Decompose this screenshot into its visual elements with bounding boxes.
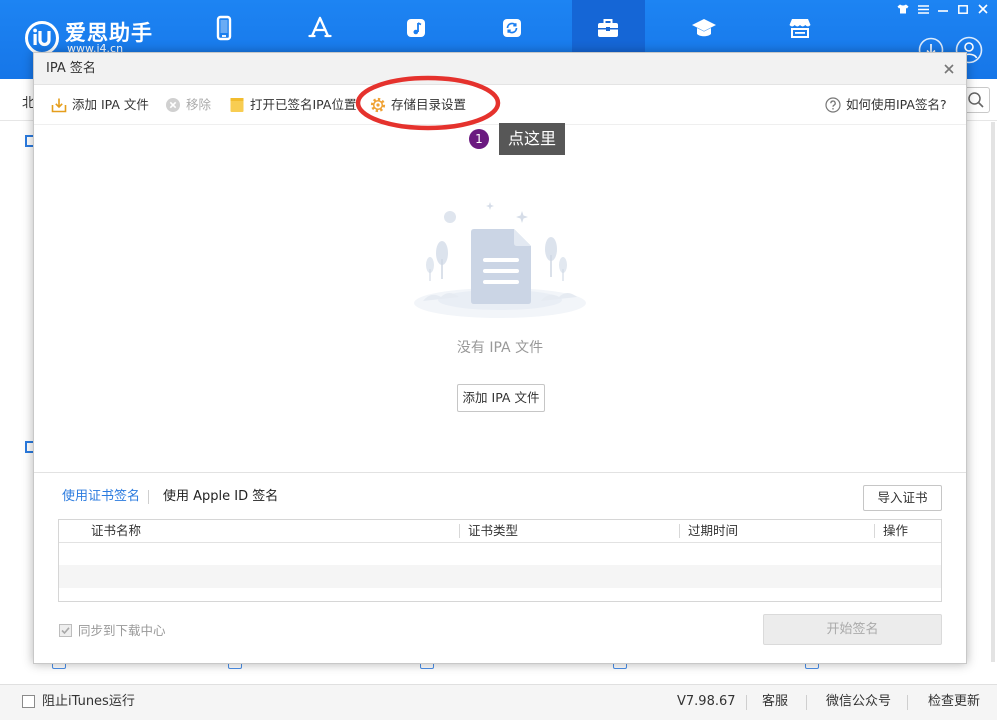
nav-item-flash[interactable] [488,8,536,48]
menu-icon [917,4,929,14]
sync-download-center-checkbox[interactable] [59,624,72,637]
nav-item-tutorials[interactable] [680,8,728,48]
column-separator[interactable] [874,524,875,538]
add-ipa-file-center-button[interactable]: 添加 IPA 文件 [457,384,545,412]
status-divider [746,695,747,710]
check-update-link[interactable]: 检查更新 [928,693,980,710]
nav-item-ringtones[interactable] [392,8,440,48]
status-divider [907,695,908,710]
store-icon [786,14,814,42]
step-number-badge: 1 [469,129,489,149]
empty-state-message: 没有 IPA 文件 [456,340,544,356]
status-divider [806,695,807,710]
sync-download-center-label[interactable]: 同步到下载中心 [78,622,166,639]
tab-apple-id-sign[interactable]: 使用 Apple ID 签名 [163,489,278,505]
block-itunes-label[interactable]: 阻止iTunes运行 [42,693,135,710]
customer-service-link[interactable]: 客服 [762,693,788,710]
close-window-button[interactable] [975,2,991,16]
add-ipa-file-button[interactable]: 添加 IPA 文件 [51,95,149,115]
add-file-icon [51,97,67,113]
column-separator[interactable] [459,524,460,538]
empty-document-illustration [413,201,587,319]
block-itunes-checkbox[interactable] [22,695,35,708]
column-header-cert-type[interactable]: 证书类型 [468,520,518,542]
import-certificate-button[interactable]: 导入证书 [863,485,942,511]
menu-button[interactable] [915,2,931,16]
app-store-icon [306,14,334,42]
maximize-icon [958,4,968,14]
remove-icon [165,97,181,113]
remove-label: 移除 [186,97,212,112]
nav-item-toolbox[interactable] [584,8,632,48]
start-sign-button[interactable]: 开始签名 [763,614,942,645]
wechat-account-link[interactable]: 微信公众号 [826,693,891,710]
music-icon [402,14,430,42]
sync-icon [498,14,526,42]
minimize-icon [938,5,948,13]
nav-item-apps[interactable] [296,8,344,48]
help-label: 如何使用IPA签名? [846,97,947,112]
maximize-button[interactable] [955,2,971,16]
table-empty-row [59,588,941,601]
add-ipa-file-label: 添加 IPA 文件 [72,97,149,112]
column-header-cert-name[interactable]: 证书名称 [91,520,141,542]
column-separator[interactable] [679,524,680,538]
click-here-hint: 点这里 [499,123,565,155]
search-icon[interactable] [967,91,985,109]
tab-separator [148,490,149,504]
open-signed-location-label: 打开已签名IPA位置 [250,97,357,112]
remove-button[interactable]: 移除 [165,95,211,115]
toolbox-icon [594,14,622,42]
folder-icon [229,97,245,113]
help-icon [825,97,841,113]
highlight-circle-annotation [355,75,501,131]
close-icon [943,63,955,75]
certificate-table: 证书名称 证书类型 过期时间 操作 [58,519,942,602]
skin-icon [897,4,909,14]
section-divider [34,472,966,473]
table-empty-row [59,565,941,588]
i4-logo-icon [24,20,60,56]
table-header-row: 证书名称 证书类型 过期时间 操作 [59,520,941,543]
phone-icon [210,14,238,42]
tab-certificate-sign[interactable]: 使用证书签名 [62,489,140,505]
open-signed-location-button[interactable]: 打开已签名IPA位置 [229,95,356,115]
nav-item-store[interactable] [776,8,824,48]
close-icon [978,4,988,14]
checkmark-icon [61,627,70,635]
dialog-close-button[interactable] [943,63,955,75]
status-bar: 阻止iTunes运行 V7.98.67 客服 微信公众号 检查更新 [0,684,997,720]
background-scrollbar[interactable] [991,122,995,662]
nav-item-device[interactable] [200,8,248,48]
version-label: V7.98.67 [677,694,736,709]
help-link[interactable]: 如何使用IPA签名? [825,95,947,115]
column-header-actions[interactable]: 操作 [883,520,908,542]
dialog-title: IPA 签名 [46,61,96,76]
table-empty-row [59,543,941,565]
graduation-cap-icon [690,14,718,42]
column-header-expiry[interactable]: 过期时间 [688,520,738,542]
skin-button[interactable] [895,2,911,16]
minimize-button[interactable] [935,2,951,16]
